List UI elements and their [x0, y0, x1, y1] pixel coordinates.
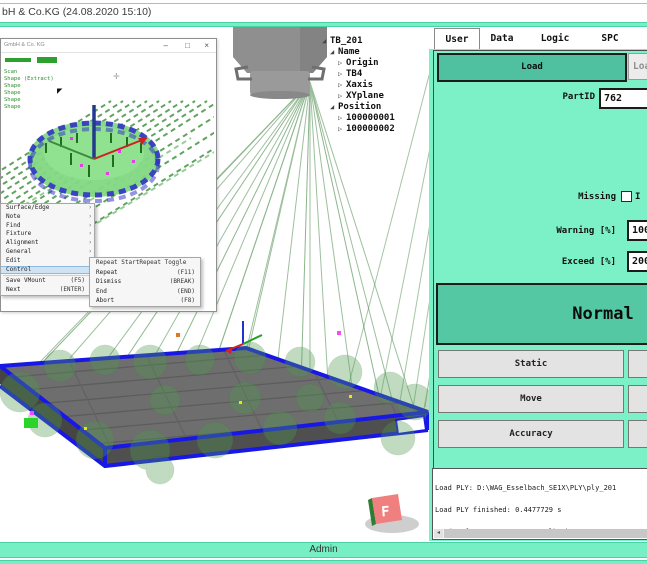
menu-item[interactable]: General› — [1, 248, 94, 257]
context-submenu: Repeat StartRepeat Toggle Repeat(F11) Di… — [89, 257, 201, 307]
menu-item[interactable]: Surface/Edge› — [1, 204, 94, 213]
tab-logic[interactable]: Logic — [533, 28, 577, 49]
expanded-triangle-icon[interactable]: ◢ — [330, 102, 338, 113]
measurement-window-titlebar[interactable]: GmbH & Co. KG – □ × — [1, 39, 216, 53]
load-button[interactable]: Load — [437, 53, 627, 82]
minimize-icon[interactable]: – — [164, 41, 168, 50]
exceed-label: Exceed [%] — [493, 257, 616, 267]
submenu-item[interactable]: Repeat(F11) — [90, 268, 200, 278]
log-line: Load PLY finished: 0.4477729 s — [435, 507, 620, 514]
scanner-sensor — [233, 27, 327, 99]
submenu-arrow-icon: › — [88, 248, 92, 257]
menu-item-control-highlighted[interactable]: Control› — [1, 266, 94, 275]
collapsed-triangle-icon[interactable]: ▷ — [338, 124, 346, 135]
3d-viewport[interactable]: F GmbH & Co. KG – □ × Scan Shape (Extrac… — [0, 27, 429, 542]
exceed-field[interactable]: 200 — [627, 251, 647, 272]
measurement-window-title: GmbH & Co. KG — [4, 42, 45, 48]
move-secondary-button[interactable] — [628, 385, 647, 413]
horizontal-scrollbar[interactable]: ◂ — [434, 529, 647, 538]
menu-item[interactable]: Alignment› — [1, 239, 94, 248]
menu-item[interactable]: Save VMount(F5) — [1, 277, 94, 286]
bottom-edge-bar — [0, 560, 647, 564]
view-cube[interactable]: F — [365, 494, 419, 533]
menu-item[interactable]: Next(ENTER) — [1, 286, 94, 295]
move-button[interactable]: Move — [438, 385, 624, 413]
menu-item[interactable]: Edit› — [1, 257, 94, 266]
submenu-item[interactable]: Dismiss(BREAK) — [90, 277, 200, 287]
menu-item[interactable]: Find› — [1, 222, 94, 231]
close-icon[interactable]: × — [204, 41, 209, 50]
view-cube-face-label: F — [381, 504, 391, 521]
scroll-left-arrow-icon[interactable]: ◂ — [434, 529, 443, 538]
collapsed-triangle-icon[interactable]: ▷ — [338, 69, 346, 80]
expanded-triangle-icon[interactable]: ◢ — [330, 47, 338, 58]
tree-node-root[interactable]: ◢TB_201 — [322, 36, 395, 47]
missing-checkbox[interactable] — [621, 191, 632, 202]
expanded-triangle-icon[interactable]: ◢ — [322, 36, 330, 47]
tree-node-leaf[interactable]: ▷100000001 — [322, 113, 395, 124]
tab-data[interactable]: Data — [482, 28, 522, 49]
log-line: Load PLY: D:\WAG_Esselbach_SE1X\PLY\ply_… — [435, 485, 620, 492]
window-top-edge — [0, 3, 647, 4]
missing-option-label: I — [635, 192, 640, 202]
tree-node-leaf[interactable]: ▷100000002 — [322, 124, 395, 135]
submenu-arrow-icon: › — [88, 213, 92, 222]
warning-label: Warning [%] — [493, 226, 616, 236]
collapsed-triangle-icon[interactable]: ▷ — [338, 113, 346, 124]
submenu-item[interactable]: End(END) — [90, 287, 200, 297]
load-secondary-button[interactable]: Load — [628, 53, 647, 80]
tree-node-leaf[interactable]: ▷Origin — [322, 58, 395, 69]
mouse-cursor-icon: ◤ — [57, 87, 62, 95]
feature-tree[interactable]: ◢TB_201 ◢Name ▷Origin ▷TB4 ▷Xaxis ▷XYpla… — [322, 36, 395, 135]
mode-status-button[interactable]: Normal — [436, 283, 647, 345]
application-window: bH & Co.KG (24.08.2020 15:10) — [0, 0, 647, 564]
accuracy-button[interactable]: Accuracy — [438, 420, 624, 448]
submenu-arrow-icon: › — [88, 230, 92, 239]
submenu-arrow-icon: › — [88, 204, 92, 213]
submenu-item[interactable]: Abort(F8) — [90, 296, 200, 306]
tree-node-leaf[interactable]: ▷TB4 — [322, 69, 395, 80]
warning-field[interactable]: 100 — [627, 220, 647, 241]
status-bar: Admin — [0, 542, 647, 558]
static-button[interactable]: Static — [438, 350, 624, 378]
menu-item[interactable]: Fixture› — [1, 230, 94, 239]
context-menu: Surface/Edge› Note› Find› Fixture› Align… — [0, 203, 95, 296]
submenu-arrow-icon: › — [88, 222, 92, 231]
static-secondary-button[interactable] — [628, 350, 647, 378]
collapsed-triangle-icon[interactable]: ▷ — [338, 80, 346, 91]
submenu-arrow-icon: › — [88, 239, 92, 248]
logged-in-user: Admin — [309, 544, 337, 555]
part-id-label: PartID — [533, 92, 595, 102]
scrollbar-thumb[interactable] — [444, 529, 647, 538]
tab-spc[interactable]: SPC — [592, 28, 628, 49]
tree-node-leaf[interactable]: ▷XYplane — [322, 91, 395, 102]
tree-node-leaf[interactable]: ▷Xaxis — [322, 80, 395, 91]
tab-user[interactable]: User — [434, 28, 480, 50]
window-title: bH & Co.KG (24.08.2020 15:10) — [2, 6, 151, 18]
part-id-field[interactable]: 762 — [599, 88, 647, 109]
missing-label: Missing — [513, 192, 616, 202]
submenu-header: Repeat StartRepeat Toggle — [90, 258, 200, 268]
tree-node-group[interactable]: ◢Name — [322, 47, 395, 58]
panel-body: Load Load PartID 762 Missing I Warning [… — [429, 49, 647, 541]
menu-item[interactable]: Note› — [1, 213, 94, 222]
probe-marker-icon: ✛ — [113, 72, 120, 81]
log-output[interactable]: Load PLY: D:\WAG_Esselbach_SE1X\PLY\ply_… — [432, 468, 647, 540]
tree-node-group[interactable]: ◢Position — [322, 102, 395, 113]
collapsed-triangle-icon[interactable]: ▷ — [338, 91, 346, 102]
accuracy-secondary-button[interactable] — [628, 420, 647, 448]
menu-separator — [3, 275, 92, 276]
collapsed-triangle-icon[interactable]: ▷ — [338, 58, 346, 69]
control-panel: User Data Logic SPC Load Load PartID 762… — [429, 27, 647, 542]
maximize-icon[interactable]: □ — [185, 41, 190, 50]
